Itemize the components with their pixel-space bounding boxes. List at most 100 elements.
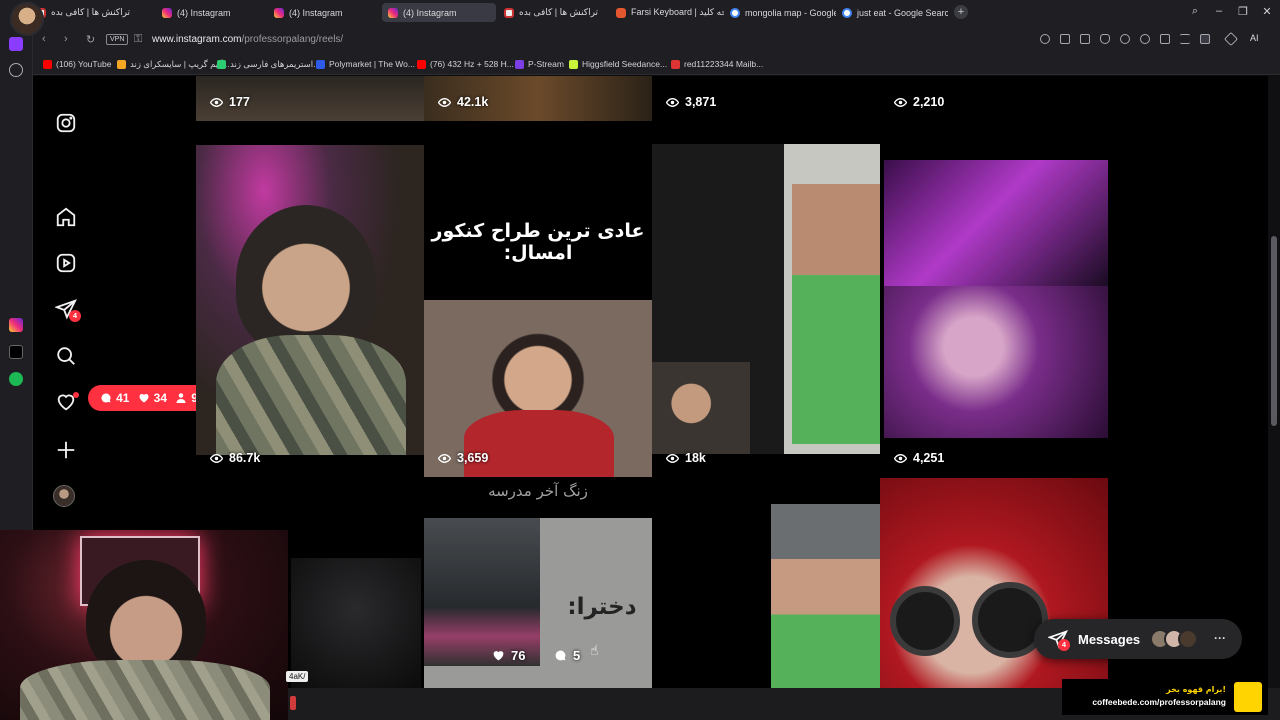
- bookmark-polymarket[interactable]: Polymarket | The Wo...: [316, 59, 415, 69]
- mouse-cursor-icon: ☝: [590, 642, 599, 658]
- play-icon[interactable]: [1120, 34, 1130, 44]
- bookmark-pstream[interactable]: P-Stream: [515, 59, 564, 69]
- tab-farsi-keyboard[interactable]: Farsi Keyboard | صفحه کلید: [610, 3, 724, 22]
- tab-just-eat[interactable]: just eat - Google Search: [836, 3, 948, 22]
- heart-icon[interactable]: [1140, 34, 1150, 44]
- tab-search-icon[interactable]: ⌕: [1188, 5, 1202, 18]
- create-plus-icon[interactable]: [55, 439, 77, 461]
- bookmark-mailbox[interactable]: red11223344 Mailb...: [671, 59, 763, 69]
- heart-icon: [139, 394, 149, 403]
- person-shape: [236, 205, 376, 355]
- follow-count: 9: [175, 391, 198, 405]
- reel-tile-r2-3[interactable]: [652, 122, 880, 477]
- eye-icon: [666, 453, 679, 463]
- donation-title: برام قهوه بخر!: [1166, 685, 1226, 694]
- reel-tile-r2-2[interactable]: عادی ترین طراح کنکور امسال:: [424, 122, 652, 477]
- x-icon[interactable]: [9, 345, 23, 359]
- site-info-icon[interactable]: ⚿: [134, 33, 142, 46]
- shield-icon[interactable]: [1100, 34, 1110, 44]
- video-thumbnail: [196, 145, 424, 455]
- video-thumbnail-top: [884, 160, 1108, 286]
- page-scrollbar[interactable]: [1268, 76, 1280, 688]
- messages-avatars: [1150, 629, 1198, 649]
- menu-icon[interactable]: [1180, 34, 1190, 44]
- more-icon[interactable]: ···: [1214, 631, 1226, 645]
- tab-instagram-1[interactable]: (4) Instagram: [156, 3, 268, 22]
- forward-icon[interactable]: ›: [64, 33, 68, 45]
- new-tab-button[interactable]: +: [954, 5, 968, 19]
- person-green-shirt: [792, 184, 880, 444]
- like-count: 34: [138, 391, 167, 405]
- home-icon[interactable]: [55, 206, 77, 228]
- video-thumbnail-bottom: [884, 286, 1108, 438]
- instagram-logo-icon[interactable]: [55, 112, 77, 134]
- profile-avatar[interactable]: [53, 485, 75, 507]
- sunglasses-left: [890, 586, 960, 656]
- donation-banner: برام قهوه بخر! coffeebede.com/professorp…: [1062, 679, 1268, 715]
- tab-mongolia-map[interactable]: mongolia map - Google S: [724, 3, 836, 22]
- tab-instagram-2[interactable]: (4) Instagram: [268, 3, 380, 22]
- comment-icon: [101, 393, 111, 403]
- scroll-thumb[interactable]: [1271, 236, 1277, 426]
- comment-icon: [555, 650, 566, 661]
- camera-icon[interactable]: [1080, 34, 1090, 44]
- profile-icon[interactable]: [1200, 34, 1210, 44]
- reel-tile-r2-4[interactable]: [880, 122, 1108, 477]
- taskbar-app-icon[interactable]: [290, 696, 296, 710]
- reload-icon[interactable]: ↻: [86, 33, 95, 46]
- bookmark-432hz[interactable]: (76) 432 Hz + 528 H...: [417, 59, 514, 69]
- ai-button[interactable]: AI: [1250, 33, 1259, 43]
- eye-icon: [438, 453, 451, 463]
- heart-icon: [493, 651, 504, 661]
- tab-kafibede-2[interactable]: تراکنش ها | کافی بده: [498, 3, 608, 22]
- reel-views-r1-3: 3,871: [666, 95, 716, 109]
- download-icon[interactable]: [1160, 34, 1170, 44]
- search-icon[interactable]: [1040, 34, 1050, 44]
- notifications-pill[interactable]: 41 34 9: [88, 385, 210, 411]
- bookmark-higgsfield[interactable]: Higgsfield Seedance...: [569, 59, 667, 69]
- streamers-icon: [217, 60, 226, 69]
- eye-icon: [210, 97, 223, 107]
- reel-tile-r3-2[interactable]: زنگ آخر مدرسه دخترا: 76 5 ☝: [424, 478, 652, 688]
- close-icon[interactable]: ✕: [1260, 5, 1274, 18]
- hover-comment-count: 5: [554, 648, 580, 663]
- minimize-icon[interactable]: –: [1212, 5, 1226, 17]
- bookmark-gamegrip[interactable]: گیم گریپ | سایسکرای زند...: [117, 59, 229, 70]
- google-icon: [842, 7, 852, 18]
- eye-icon: [894, 97, 907, 107]
- reel-views-r2-4: 4,251: [894, 451, 944, 465]
- polymarket-icon: [316, 59, 325, 69]
- pstream-icon: [515, 59, 524, 69]
- tab-instagram-active[interactable]: (4) Instagram: [382, 3, 496, 22]
- reel-views-r1-2: 42.1k: [438, 95, 488, 109]
- tab-kafibede-1[interactable]: تراکنش ها | کافی بده: [30, 3, 152, 22]
- reel-caption: عادی ترین طراح کنکور امسال:: [431, 220, 645, 264]
- spotify-icon[interactable]: [9, 372, 23, 386]
- search-icon[interactable]: [55, 345, 77, 367]
- instagram-icon: [388, 7, 398, 18]
- inset-video: [652, 362, 750, 454]
- messages-label: Messages: [1078, 631, 1141, 647]
- edit-icon[interactable]: [1060, 34, 1070, 44]
- extensions-icon[interactable]: [1223, 31, 1239, 47]
- video-thumbnail: [291, 558, 421, 688]
- messages-button[interactable]: 4 Messages ···: [1034, 619, 1242, 659]
- instagram-icon[interactable]: [9, 318, 23, 332]
- reel-views-r1-1: 177: [210, 95, 250, 109]
- home-space-icon[interactable]: [9, 37, 23, 51]
- bookmark-youtube[interactable]: (106) YouTube: [43, 59, 111, 69]
- browser-profile-avatar[interactable]: [10, 2, 44, 36]
- bookmark-streamers[interactable]: استریمرهای فارسی زند...: [217, 59, 320, 70]
- url-field[interactable]: www.instagram.com/professorpalang/reels/: [152, 34, 343, 45]
- reels-icon[interactable]: [55, 252, 77, 274]
- reel-tile-r3-3[interactable]: [652, 478, 880, 688]
- document-icon: [504, 7, 514, 18]
- person-icon: [176, 393, 186, 403]
- restore-icon[interactable]: ❐: [1236, 5, 1250, 18]
- comment-count: 41: [100, 391, 129, 405]
- star-icon[interactable]: [9, 63, 23, 77]
- back-icon[interactable]: ‹: [42, 33, 46, 45]
- eye-icon: [666, 97, 679, 107]
- reel-tile-r2-1[interactable]: [196, 122, 424, 477]
- vpn-badge[interactable]: VPN: [106, 34, 129, 45]
